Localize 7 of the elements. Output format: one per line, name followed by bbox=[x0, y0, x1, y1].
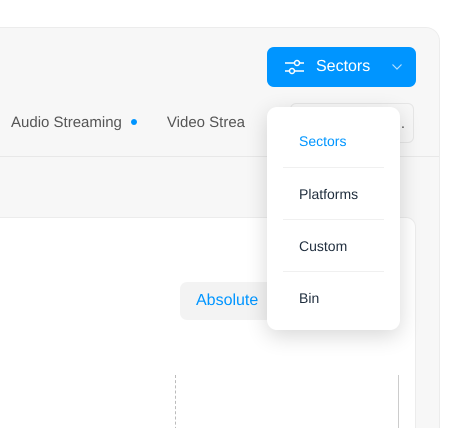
menu-item[interactable]: Platforms bbox=[283, 167, 384, 219]
menu-item[interactable]: Custom bbox=[283, 219, 384, 271]
category-tab[interactable]: Video Strea bbox=[166, 114, 246, 131]
category-tab[interactable]: Audio Streaming bbox=[11, 114, 137, 131]
sliders-icon bbox=[285, 59, 304, 76]
chevron-down-icon bbox=[392, 64, 402, 70]
menu-item[interactable]: Bin bbox=[283, 271, 384, 323]
